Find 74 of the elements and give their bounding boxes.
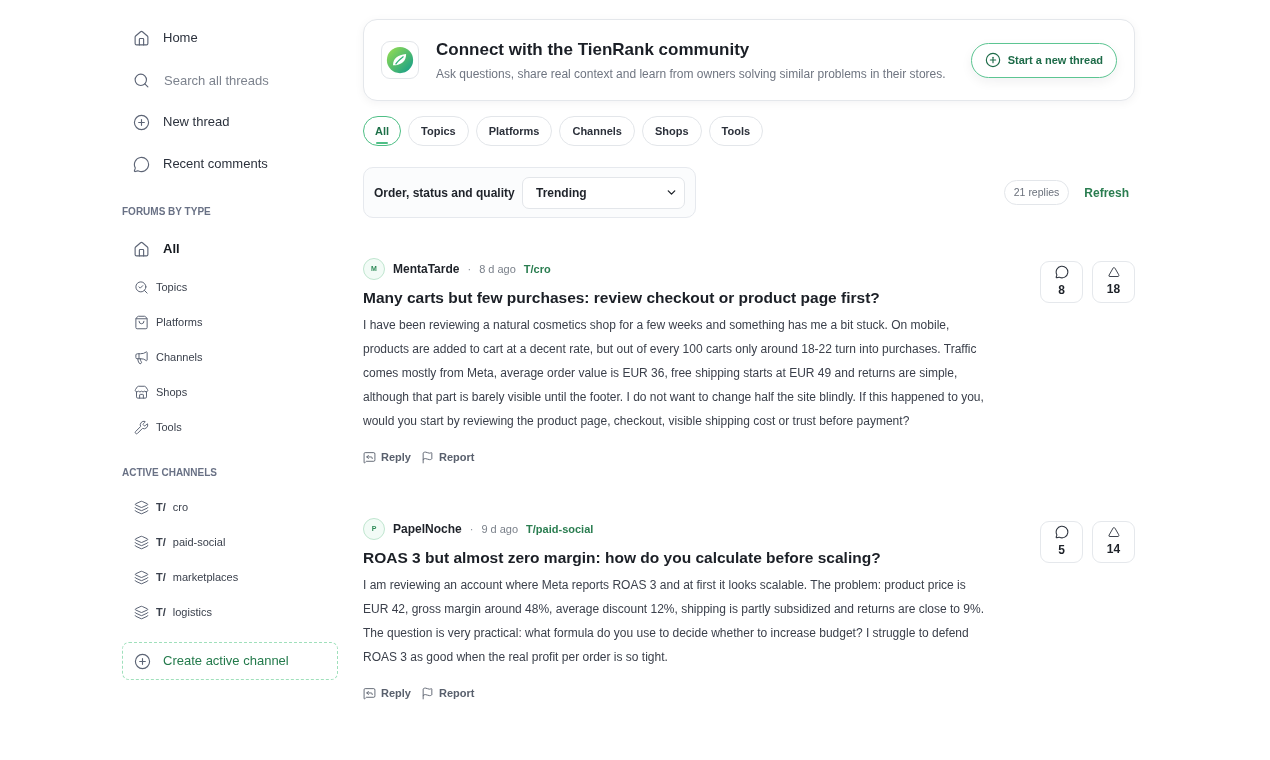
speech-bubble-icon (1054, 265, 1069, 279)
author-name[interactable]: PapelNoche (393, 520, 462, 538)
nav-link[interactable]: Recent comments (122, 154, 268, 174)
wrench-icon (134, 420, 149, 435)
comments-button[interactable]: 8 (1040, 261, 1083, 303)
refresh-link[interactable]: Refresh (1084, 183, 1129, 202)
post-time: 8 d ago (479, 261, 516, 277)
nav-link[interactable]: Home (122, 28, 198, 48)
banner-subtitle: Ask questions, share real context and learn from owners solving similar problems in their stores. (436, 65, 946, 82)
post-body: I am reviewing an account where Meta reports ROAS 3 and at first it looks scalable. The problem: product price is EUR 42, gross margin around 48%, average discount 12%, shipping is partly subsidized and returns are close to 9%. The question is very practical: what formula do you use to decide whether to increase budget? I struggle to defend ROAS 3 as good when the real profit per order is so tight. (363, 577, 985, 666)
forum-link[interactable]: Tools (122, 419, 182, 436)
house-icon (133, 240, 150, 258)
layers-icon (134, 570, 149, 585)
triangle-icon (1107, 266, 1120, 278)
forum-link[interactable]: All (122, 239, 180, 259)
store-icon (134, 385, 149, 400)
flag-icon (420, 450, 434, 464)
filter-tab[interactable]: Shops (641, 116, 702, 146)
post-time: 9 d ago (481, 521, 519, 537)
create-channel-button[interactable]: Create active channel (122, 642, 338, 680)
search-check-icon (134, 280, 149, 295)
speech-bubble-icon (1054, 525, 1069, 539)
post-body: I have been reviewing a natural cosmetics shop for a few weeks and something has me a bit stuck. On mobile, products are added to cart at a decent rate, but out of every 100 carts only around 18-22 turn into purchases. Traffic comes mostly from Meta, average order value is EUR 36, free shipping starts at EUR 49 and returns are simple, although that part is barely visible until the footer. I do not want to change half the site blindly. If this happened to you, would you start by reviewing the product page, checkout, visible shipping cost or trust before payment? (363, 317, 985, 430)
layers-icon (134, 500, 149, 515)
author-name[interactable]: MentaTarde (393, 260, 460, 278)
forum-link[interactable]: Channels (122, 349, 203, 366)
plus-circle-icon (984, 52, 1001, 68)
flag-icon (420, 686, 434, 700)
filter-tab[interactable]: Tools (708, 116, 764, 146)
filter-tab[interactable]: Platforms (475, 116, 553, 146)
channel-link[interactable]: T/cro (523, 260, 551, 278)
plus-circle-icon (134, 652, 151, 670)
bag-icon (134, 315, 149, 330)
banner-title: Connect with the TienRank community (436, 38, 751, 61)
filter-tab[interactable]: Channels (559, 116, 635, 146)
report-button[interactable]: Report (420, 684, 475, 702)
channel-link[interactable]: T/ marketplaces (122, 569, 239, 586)
channel-link[interactable]: T/ logistics (122, 604, 212, 621)
plus-circle-icon (133, 113, 150, 131)
speech-bubble-icon (133, 155, 150, 173)
upvote-button[interactable]: 14 (1092, 521, 1135, 563)
filter-tab[interactable]: Topics (408, 116, 469, 146)
filter-tab[interactable]: All (363, 116, 402, 146)
reply-button[interactable]: Reply (363, 684, 411, 702)
separator-dot: · (467, 261, 472, 277)
channel-link[interactable]: T/paid-social (526, 520, 594, 538)
layers-icon (134, 535, 149, 550)
sort-select[interactable]: Trending (522, 176, 685, 209)
start-thread-button[interactable]: Start a new thread (970, 42, 1117, 78)
reply-icon (363, 686, 376, 700)
megaphone-icon (134, 350, 149, 365)
post-title[interactable]: ROAS 3 but almost zero margin: how do you calculate before scaling? (363, 547, 988, 569)
section-heading: FORUMS BY TYPE (122, 205, 211, 219)
forum-link[interactable]: Shops (122, 384, 188, 401)
channel-link[interactable]: T/ cro (122, 499, 189, 516)
house-icon (133, 29, 150, 47)
search-field[interactable]: Search all threads (163, 68, 323, 92)
channel-link[interactable]: T/ paid-social (122, 534, 226, 551)
search-icon (133, 71, 150, 89)
triangle-icon (1107, 526, 1120, 538)
reply-button[interactable]: Reply (363, 448, 411, 466)
post-title[interactable]: Many carts but few purchases: review checkout or product page first? (363, 287, 988, 309)
upvote-button[interactable]: 18 (1092, 261, 1135, 303)
comments-button[interactable]: 5 (1040, 521, 1083, 563)
report-button[interactable]: Report (420, 448, 475, 466)
forum-link[interactable]: Platforms (122, 314, 203, 331)
section-heading: ACTIVE CHANNELS (122, 466, 217, 480)
separator-dot: · (469, 521, 474, 537)
logo-icon (381, 41, 419, 79)
reply-icon (363, 450, 376, 464)
filter-label: Order, status and quality (374, 184, 515, 202)
nav-link[interactable]: New thread (122, 112, 230, 132)
forum-link[interactable]: Topics (122, 279, 188, 296)
layers-icon (134, 605, 149, 620)
